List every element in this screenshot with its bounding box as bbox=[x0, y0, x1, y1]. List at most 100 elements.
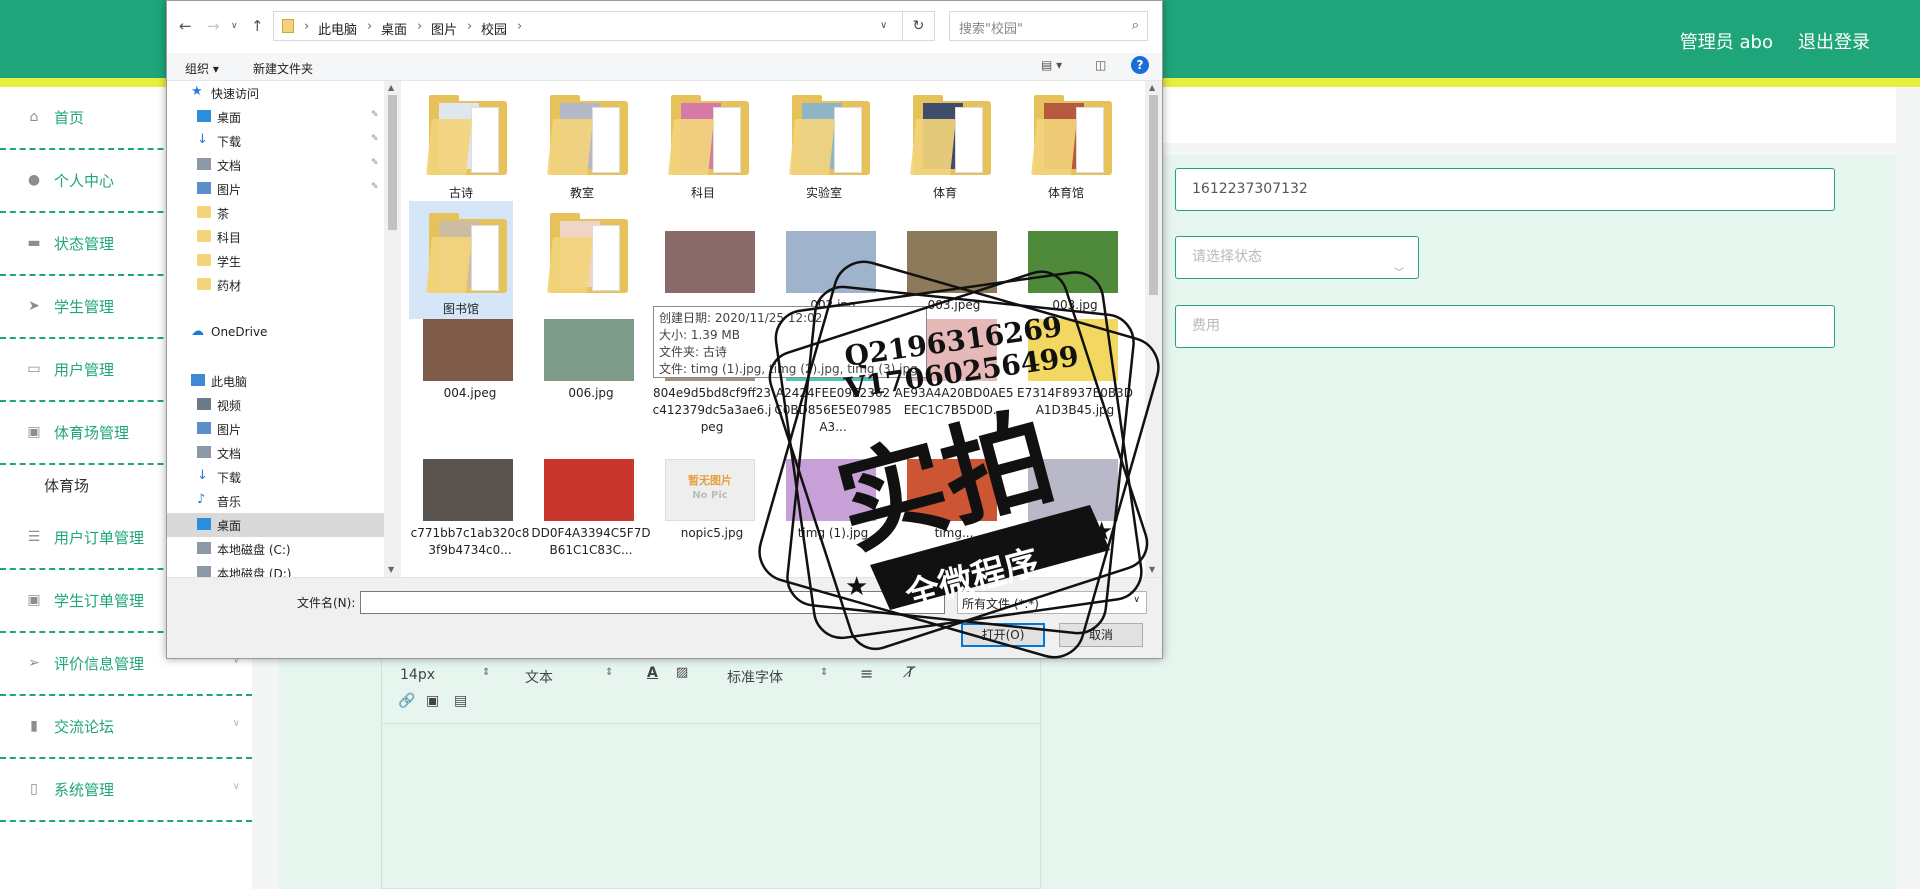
sidebar-subitem-stadium[interactable]: 体育场 bbox=[44, 475, 89, 496]
pin-icon[interactable]: ✎ bbox=[371, 158, 379, 168]
breadcrumb-item[interactable]: 校园 bbox=[481, 19, 507, 38]
pin-icon[interactable]: ✎ bbox=[371, 110, 379, 120]
tree-item[interactable]: 视频 bbox=[167, 393, 384, 417]
tree-item[interactable]: 文档 ✎ bbox=[167, 153, 384, 177]
background-color-icon[interactable]: ▨ bbox=[676, 665, 688, 680]
font-size-select[interactable]: 14px bbox=[400, 667, 435, 683]
folder-item[interactable]: 科目 bbox=[651, 83, 755, 201]
preview-pane-icon[interactable]: ◫ bbox=[1095, 58, 1106, 72]
breadcrumb-item[interactable]: 图片 bbox=[431, 19, 457, 38]
back-arrow-icon[interactable]: ← bbox=[179, 17, 192, 35]
image-file-item[interactable]: timg (1).jpg bbox=[772, 439, 876, 557]
folder-item[interactable]: 教室 bbox=[530, 83, 634, 201]
phone-field[interactable]: 1612237307132 bbox=[1175, 168, 1835, 211]
tree-item[interactable]: ↓ 下载 bbox=[167, 465, 384, 489]
files-scroll-thumb[interactable] bbox=[1149, 95, 1158, 295]
folder-preview bbox=[471, 107, 499, 173]
folder-item[interactable]: 体育 bbox=[893, 83, 997, 201]
file-name: 006.jpg bbox=[568, 386, 614, 400]
tree-item[interactable]: 此电脑 bbox=[167, 369, 384, 393]
up-arrow-icon[interactable]: ↑ bbox=[251, 17, 264, 35]
clear-format-icon[interactable]: T̸ bbox=[906, 665, 915, 681]
image-file-item[interactable]: 004.jpeg bbox=[409, 299, 513, 417]
tree-item[interactable]: 桌面 bbox=[167, 513, 384, 537]
tree-item[interactable]: ♪ 音乐 bbox=[167, 489, 384, 513]
tree-item[interactable]: ☁ OneDrive bbox=[167, 321, 384, 345]
tree-scroll-thumb[interactable] bbox=[388, 95, 397, 230]
logout-link[interactable]: 退出登录 bbox=[1798, 28, 1870, 54]
tree-item[interactable]: 科目 bbox=[167, 225, 384, 249]
sidebar-item-9[interactable]: ▮ 交流论坛 ∨ bbox=[0, 696, 252, 759]
new-folder-button[interactable]: 新建文件夹 bbox=[253, 60, 313, 77]
image-icon[interactable]: ▣ bbox=[426, 693, 439, 709]
folder-item[interactable]: 实验室 bbox=[772, 83, 876, 201]
image-file-item[interactable]: E7314F8937E0B3DA1D3B45.jpg bbox=[1014, 299, 1133, 417]
files-scrollbar[interactable]: ▲ ▼ bbox=[1145, 81, 1162, 577]
breadcrumb-item[interactable]: 此电脑 bbox=[318, 19, 357, 38]
tree-item[interactable]: 药材 bbox=[167, 273, 384, 297]
files-scroll-down-icon[interactable]: ▼ bbox=[1149, 565, 1155, 574]
document-icon bbox=[197, 158, 211, 170]
tree-item[interactable]: ↓ 下载 ✎ bbox=[167, 129, 384, 153]
scroll-down-arrow-icon[interactable]: ▼ bbox=[388, 565, 394, 574]
breadcrumb-item[interactable]: 桌面 bbox=[381, 19, 407, 38]
clipboard-check-icon: ▣ bbox=[27, 592, 41, 608]
admin-user-label[interactable]: 管理员 abo bbox=[1680, 28, 1773, 54]
align-icon[interactable]: ≡ bbox=[860, 664, 873, 683]
pin-icon[interactable]: ✎ bbox=[371, 134, 379, 144]
tree-item[interactable]: ★ 快速访问 bbox=[167, 81, 384, 105]
link-icon[interactable]: 🔗 bbox=[398, 693, 415, 709]
tree-item[interactable]: 文档 bbox=[167, 441, 384, 465]
sidebar-item-10[interactable]: ▯ 系统管理 ∨ bbox=[0, 759, 252, 822]
address-bar[interactable]: › 此电脑 › 桌面 › 图片 › 校园 › ∨ bbox=[273, 11, 935, 41]
search-input[interactable]: 搜索"校园" ⌕ bbox=[949, 11, 1148, 41]
folder-front bbox=[789, 119, 835, 175]
bar-chart-icon: ▮ bbox=[30, 718, 38, 734]
font-family-select[interactable]: 标准字体 bbox=[727, 667, 783, 687]
forward-arrow-icon[interactable]: → bbox=[207, 17, 220, 35]
image-file-item[interactable]: DD0F4A3394C5F7DB61C1C83C... bbox=[530, 439, 651, 557]
tree-item[interactable]: 本地磁盘 (C:) bbox=[167, 537, 384, 561]
file-name: c771bb7c1ab320c83f9b4734c0... bbox=[410, 526, 530, 557]
tree-item[interactable]: 桌面 ✎ bbox=[167, 105, 384, 129]
files-scroll-up-icon[interactable]: ▲ bbox=[1149, 83, 1155, 92]
tree-item[interactable]: 学生 bbox=[167, 249, 384, 273]
rich-text-editor[interactable]: 14px ⇕ 文本 ⇕ A ▨ 标准字体 ⇕ ≡ T̸ 🔗 ▣ ▤ bbox=[381, 655, 1041, 889]
font-color-icon[interactable]: A bbox=[647, 665, 658, 681]
folder-item[interactable]: 体育馆 bbox=[1014, 83, 1118, 201]
tree-item-label: 音乐 bbox=[217, 495, 242, 509]
filename-input[interactable] bbox=[360, 591, 945, 614]
refresh-icon[interactable]: ↻ bbox=[902, 11, 935, 41]
tree-item[interactable]: 本地磁盘 (D:) bbox=[167, 561, 384, 577]
view-options-icon[interactable]: ▤ ▾ bbox=[1041, 58, 1062, 72]
folder-front bbox=[426, 237, 472, 293]
video-icon[interactable]: ▤ bbox=[454, 693, 467, 709]
file-name: 004.jpeg bbox=[443, 386, 497, 400]
image-file-item[interactable]: 006.jpg bbox=[530, 299, 634, 417]
recent-chevron-icon[interactable]: ∨ bbox=[231, 21, 238, 31]
folder-icon bbox=[282, 19, 294, 33]
pin-icon[interactable]: ✎ bbox=[371, 182, 379, 192]
file-name: timg (1).jpg bbox=[797, 526, 869, 540]
image-file-item[interactable]: c771bb7c1ab320c83f9b4734c0... bbox=[409, 439, 529, 557]
scroll-up-arrow-icon[interactable]: ▲ bbox=[388, 83, 394, 92]
tree-scrollbar[interactable]: ▲ ▼ bbox=[384, 81, 401, 577]
address-history-chevron-icon[interactable]: ∨ bbox=[880, 20, 887, 31]
fee-field[interactable]: 费用 bbox=[1175, 305, 1835, 348]
tree-item[interactable]: 图片 bbox=[167, 417, 384, 441]
filetype-select[interactable]: 所有文件 (*.*) ∨ bbox=[957, 591, 1147, 614]
image-file-item[interactable]: 暂无图片 No Pic nopic5.jpg bbox=[651, 439, 755, 557]
text-style-select[interactable]: 文本 bbox=[525, 667, 553, 687]
tree-item[interactable]: 图片 ✎ bbox=[167, 177, 384, 201]
tree-item[interactable]: 茶 bbox=[167, 201, 384, 225]
image-file-item[interactable]: ...).jpg bbox=[1014, 439, 1118, 557]
cancel-button[interactable]: 取消 bbox=[1059, 623, 1143, 647]
folder-item[interactable]: 古诗 bbox=[409, 83, 513, 201]
open-button[interactable]: 打开(O) bbox=[961, 623, 1045, 647]
status-select[interactable]: 请选择状态 ﹀ bbox=[1175, 236, 1419, 279]
tree-item bbox=[167, 345, 384, 369]
image-file-item[interactable]: timg... bbox=[893, 439, 997, 557]
organize-button[interactable]: 组织 ▾ bbox=[185, 60, 219, 77]
tree-item-label: 桌面 bbox=[217, 111, 242, 125]
help-icon[interactable]: ? bbox=[1131, 56, 1149, 74]
